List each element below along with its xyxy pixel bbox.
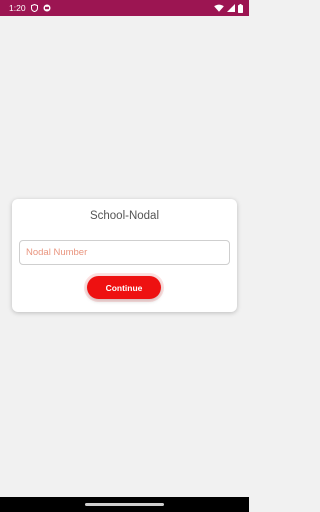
signal-icon [227, 4, 235, 12]
login-card: School-Nodal Continue [12, 199, 237, 312]
wifi-icon [214, 4, 224, 12]
nodal-number-input[interactable] [19, 240, 230, 265]
notification-app-icon [43, 4, 51, 12]
status-bar-left: 1:20 [9, 3, 51, 13]
home-gesture-handle[interactable] [85, 503, 164, 506]
card-title: School-Nodal [89, 210, 160, 222]
status-bar-right [214, 3, 243, 13]
status-time: 1:20 [9, 3, 26, 13]
continue-button[interactable]: Continue [87, 276, 161, 299]
shield-icon [30, 4, 38, 12]
navigation-bar [0, 497, 249, 512]
status-bar: 1:20 [0, 0, 249, 16]
battery-icon [238, 3, 243, 13]
